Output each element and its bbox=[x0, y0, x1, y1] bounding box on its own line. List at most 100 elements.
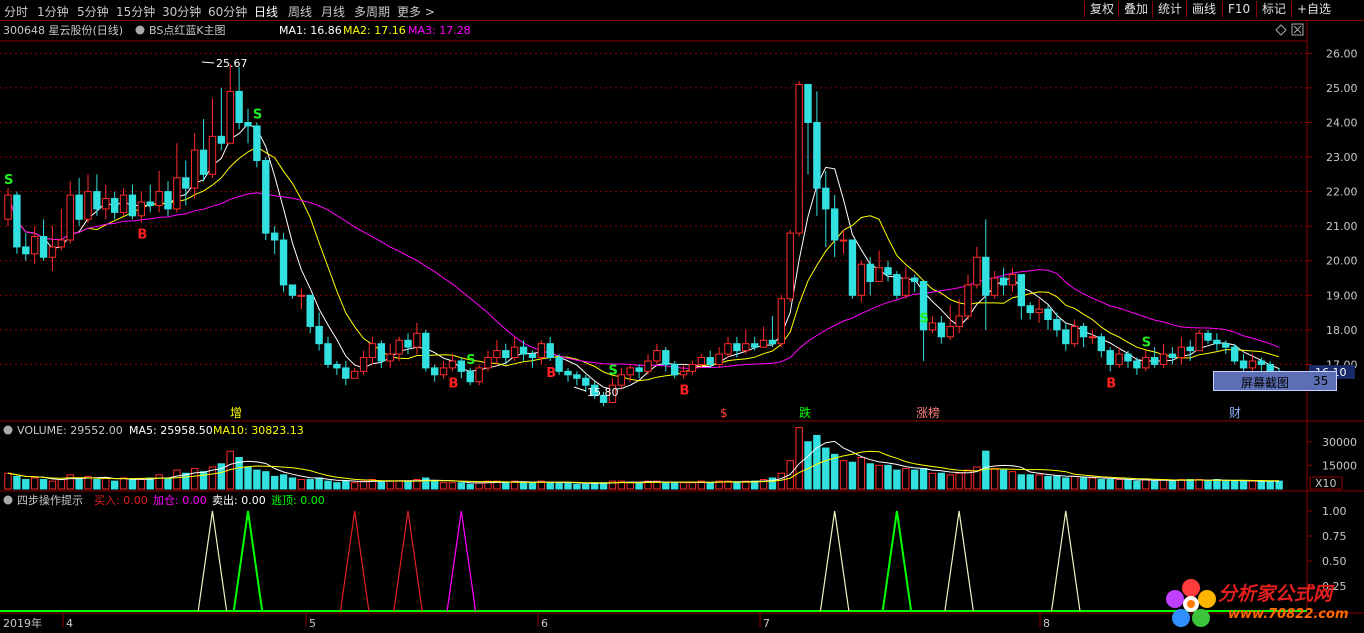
signal-tick-label: 1.00 bbox=[1322, 505, 1347, 518]
adjust-button[interactable]: 复权 bbox=[1084, 1, 1119, 18]
volume-bar-down bbox=[502, 482, 510, 490]
price-tick-label: 25.00 bbox=[1326, 82, 1358, 95]
volume-ma5-line bbox=[7, 440, 1280, 484]
candle-up bbox=[137, 201, 146, 217]
candle-up bbox=[359, 357, 368, 372]
candle-down bbox=[306, 294, 314, 327]
candle-down bbox=[1186, 346, 1194, 352]
volume-bar-down bbox=[1204, 480, 1212, 490]
period-60min[interactable]: 60分钟 bbox=[208, 3, 247, 20]
volume-value: VOLUME: 29552.00 bbox=[17, 424, 123, 437]
event-label: $ bbox=[720, 406, 728, 420]
candle-up bbox=[190, 149, 199, 189]
candle-up bbox=[484, 357, 492, 369]
volume-bar-down bbox=[822, 447, 830, 490]
volume-bar-down bbox=[466, 483, 474, 490]
candle-down bbox=[519, 346, 528, 355]
volume-settings-icon[interactable] bbox=[3, 425, 13, 435]
candle-down bbox=[164, 191, 172, 210]
add-watchlist-button[interactable]: +自选 bbox=[1291, 1, 1336, 18]
volume-bar-down bbox=[884, 464, 892, 490]
period-1min[interactable]: 1分钟 bbox=[37, 3, 69, 20]
volume-bar-down bbox=[1062, 477, 1070, 490]
kline-chart[interactable]: BBBB BSSSSSS 17.0018.0019.0020.0021.0022.… bbox=[0, 21, 1364, 633]
volume-bar-down bbox=[93, 479, 101, 490]
candle-up bbox=[1177, 346, 1186, 359]
candle-up bbox=[413, 332, 421, 348]
candle-down bbox=[670, 363, 679, 376]
volume-bar-down bbox=[253, 469, 261, 490]
candle-down bbox=[235, 90, 243, 123]
period-weekly[interactable]: 周线 bbox=[288, 3, 312, 20]
period-30min[interactable]: 30分钟 bbox=[162, 3, 201, 20]
volume-bar-down bbox=[279, 474, 288, 490]
volume-bar-down bbox=[199, 471, 208, 490]
candle-down bbox=[1026, 305, 1034, 314]
volume-bar-down bbox=[1026, 474, 1034, 490]
candle-up bbox=[1035, 308, 1043, 314]
candle-down bbox=[1133, 360, 1141, 369]
period-timeshare[interactable]: 分时 bbox=[4, 3, 28, 20]
period-more[interactable]: 更多 > bbox=[397, 3, 435, 20]
period-15min[interactable]: 15分钟 bbox=[116, 3, 155, 20]
candle-down bbox=[982, 256, 990, 296]
candle-up bbox=[155, 191, 163, 206]
candle-up bbox=[839, 239, 848, 242]
candle-up bbox=[653, 350, 661, 362]
candle-up bbox=[66, 194, 74, 241]
volume-bar-down bbox=[1230, 480, 1239, 490]
signal-spike-add bbox=[446, 510, 477, 612]
diamond-icon[interactable] bbox=[1275, 24, 1287, 36]
candle-up bbox=[1142, 357, 1150, 369]
period-multi[interactable]: 多周期 bbox=[354, 3, 390, 20]
volume-bar-down bbox=[1266, 480, 1274, 490]
candle-down bbox=[1222, 343, 1230, 348]
volume-bar-down bbox=[1257, 480, 1266, 490]
candle-up bbox=[1115, 353, 1123, 365]
volume-bar-down bbox=[13, 475, 21, 490]
period-monthly[interactable]: 月线 bbox=[321, 3, 345, 20]
candle-down bbox=[910, 277, 919, 282]
candle-up bbox=[875, 267, 883, 282]
mark-button[interactable]: 标记 bbox=[1256, 1, 1291, 18]
f10-button[interactable]: F10 bbox=[1222, 1, 1255, 18]
volume-bar-up bbox=[902, 468, 910, 490]
candle-up bbox=[724, 343, 732, 355]
candle-up bbox=[715, 353, 723, 365]
candle-down bbox=[146, 201, 154, 206]
volume-bar-up bbox=[928, 472, 937, 490]
ma2-value: MA2: 17.16 bbox=[343, 24, 406, 37]
candle-up bbox=[119, 194, 128, 213]
indicator-settings-icon[interactable] bbox=[135, 25, 145, 35]
volume-bar-down bbox=[999, 469, 1008, 490]
candle-down bbox=[999, 277, 1008, 286]
peak-pointer bbox=[201, 61, 215, 64]
candle-down bbox=[804, 83, 812, 123]
volume-bar-down bbox=[866, 463, 874, 490]
candle-up bbox=[30, 236, 39, 255]
screenshot-tooltip[interactable]: 屏幕截图 35 bbox=[1213, 371, 1337, 391]
candle-up bbox=[510, 346, 519, 359]
candle-down bbox=[1044, 308, 1052, 321]
volume-bar-down bbox=[830, 453, 839, 490]
statistics-button[interactable]: 统计 bbox=[1152, 1, 1187, 18]
overlay-button[interactable]: 叠加 bbox=[1118, 1, 1153, 18]
candle-up bbox=[84, 191, 92, 220]
volume-bar-up bbox=[626, 482, 634, 490]
volume-bar-up bbox=[875, 464, 883, 490]
ma3-line bbox=[7, 192, 1280, 369]
candle-up bbox=[857, 263, 866, 296]
sell-marker: S bbox=[4, 173, 13, 188]
period-daily[interactable]: 日线 bbox=[254, 3, 278, 20]
volume-bar-up bbox=[395, 480, 403, 490]
draw-line-button[interactable]: 画线 bbox=[1186, 1, 1221, 18]
signal-spike-sell bbox=[197, 510, 228, 612]
candle-down bbox=[404, 339, 412, 348]
period-5min[interactable]: 5分钟 bbox=[77, 3, 109, 20]
volume-unit: X10 bbox=[1315, 477, 1337, 490]
volume-bar-down bbox=[919, 468, 928, 490]
signal-settings-icon[interactable] bbox=[3, 495, 13, 505]
volume-bar-up bbox=[190, 468, 199, 490]
volume-bar-up bbox=[48, 480, 57, 490]
candle-down bbox=[182, 177, 190, 189]
